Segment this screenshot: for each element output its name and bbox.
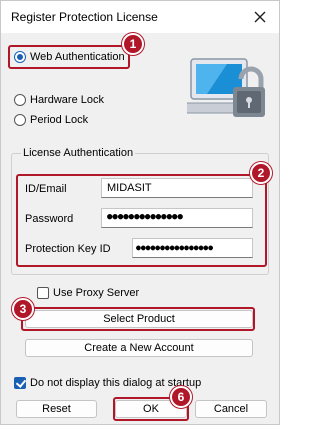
create-account-button[interactable]: Create a New Account <box>25 339 253 357</box>
step-badge-2: 2 <box>250 162 272 184</box>
title-bar: Register Protection License <box>1 1 279 33</box>
step-badge-6: 6 <box>170 386 192 408</box>
period-lock-label: Period Lock <box>30 114 89 126</box>
use-proxy-label: Use Proxy Server <box>53 287 140 299</box>
use-proxy-checkbox[interactable]: Use Proxy Server <box>37 287 139 299</box>
reset-button[interactable]: Reset <box>16 400 97 418</box>
hardware-lock-radio[interactable]: Hardware Lock <box>14 94 104 106</box>
lock-computer-icon <box>187 58 265 117</box>
highlight-box-web-auth <box>8 45 130 69</box>
radio-unselected-icon <box>14 94 26 106</box>
register-license-dialog: Register Protection License Web Authenti… <box>0 0 280 425</box>
checkbox-checked-icon <box>14 377 26 389</box>
step-badge-3: 3 <box>12 298 34 320</box>
period-lock-radio[interactable]: Period Lock <box>14 114 88 126</box>
window-title: Register Protection License <box>11 10 158 24</box>
highlight-box-credentials <box>16 174 267 267</box>
step-badge-1: 1 <box>122 33 144 55</box>
hardware-lock-label: Hardware Lock <box>30 94 104 106</box>
cancel-button[interactable]: Cancel <box>195 400 267 418</box>
license-authentication-title: License Authentication <box>21 147 136 159</box>
do-not-display-checkbox[interactable]: Do not display this dialog at startup <box>14 377 201 389</box>
radio-unselected-icon <box>14 114 26 126</box>
close-icon[interactable] <box>251 8 269 26</box>
highlight-box-select-product <box>21 307 255 331</box>
checkbox-unchecked-icon <box>37 287 49 299</box>
